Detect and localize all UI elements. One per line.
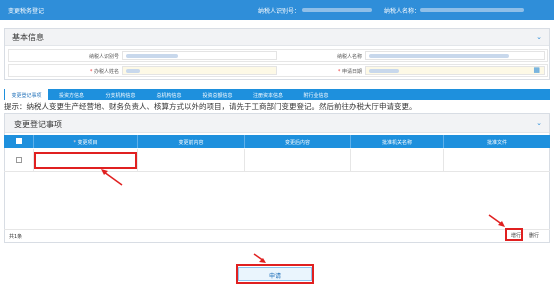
taxpayer-name-field bbox=[365, 51, 545, 60]
apply-date-field-label: * 申请日期 bbox=[337, 69, 362, 75]
before-content-cell[interactable] bbox=[138, 149, 245, 172]
col-approval-document: 批准文件 bbox=[486, 140, 507, 146]
row-select-cell bbox=[4, 149, 34, 172]
taxpayer-name-label: 纳税人名称： bbox=[384, 8, 421, 15]
tab-branches[interactable]: 分支机构信息 bbox=[95, 89, 146, 100]
tab-total-investment[interactable]: 投资总额信息 bbox=[192, 89, 243, 100]
handler-name-field-label: * 办税人姓名 bbox=[89, 69, 119, 75]
taxpayer-name-value bbox=[420, 8, 524, 12]
taxpayer-id-value bbox=[302, 8, 372, 12]
tab-investors[interactable]: 投资方信息 bbox=[48, 89, 95, 100]
annotation-arrow-icon bbox=[101, 169, 123, 186]
taxpayer-id-field-label: 纳税人识别号 bbox=[88, 54, 119, 60]
after-content-cell[interactable] bbox=[245, 149, 351, 172]
row-checkbox[interactable] bbox=[16, 157, 22, 163]
taxpayer-id-field bbox=[122, 51, 277, 60]
col-change-item: * 变更项目 bbox=[34, 135, 138, 148]
record-count: 共1条 bbox=[9, 234, 23, 240]
delete-row-button[interactable]: 删行 bbox=[529, 232, 539, 239]
change-items-header[interactable]: 变更登记事项 ⌄ bbox=[5, 114, 549, 133]
taxpayer-name-field-label: 纳税人名称 bbox=[336, 54, 362, 60]
tab-industry[interactable]: 附行业信息 bbox=[293, 89, 339, 100]
taxpayer-id-label: 纳税人识别号： bbox=[258, 8, 301, 15]
col-before: 变更前内容 bbox=[138, 135, 245, 148]
tab-registered-capital[interactable]: 注册资本信息 bbox=[243, 89, 293, 100]
handler-name-input[interactable] bbox=[122, 66, 277, 75]
basic-info-panel: 基本信息 ⌄ 纳税人识别号 纳税人名称 * 办税人姓名 * 申请日期 ▦ bbox=[4, 28, 550, 80]
chevron-down-icon[interactable]: ⌄ bbox=[536, 119, 542, 127]
table-footer: 共1条 增行 删行 bbox=[4, 229, 550, 241]
form-row-2: * 办税人姓名 * 申请日期 ▦ bbox=[8, 64, 548, 77]
basic-info-title: 基本信息 bbox=[12, 33, 44, 42]
apply-date-input[interactable]: ▦ bbox=[365, 66, 545, 75]
chevron-down-icon[interactable]: ⌄ bbox=[536, 33, 542, 41]
header-select-cell bbox=[4, 135, 34, 148]
change-items-title: 变更登记事项 bbox=[14, 120, 62, 129]
approval-authority-cell[interactable] bbox=[351, 149, 444, 172]
tab-head-office[interactable]: 总机构信息 bbox=[146, 89, 192, 100]
annotation-box-add-row bbox=[505, 228, 523, 241]
basic-info-header[interactable]: 基本信息 ⌄ bbox=[5, 29, 549, 46]
table-header: * 变更项目 变更前内容 变更后内容 批准机关名称 批准文件 bbox=[4, 135, 550, 148]
hint-text: 提示：纳税人变更生产经营地、财务负责人、核算方式以外的项目，请先于工商部门变更登… bbox=[4, 102, 417, 111]
change-items-section: 变更登记事项 ⌄ bbox=[4, 113, 550, 243]
annotation-arrow-icon bbox=[488, 214, 505, 227]
approval-document-cell[interactable] bbox=[444, 149, 550, 172]
form-row-1: 纳税人识别号 纳税人名称 bbox=[8, 49, 548, 62]
tab-bar: 变更登记事项 投资方信息 分支机构信息 总机构信息 投资总额信息 注册资本信息 … bbox=[4, 89, 550, 100]
annotation-arrow-icon bbox=[253, 253, 266, 263]
select-all-checkbox[interactable] bbox=[16, 138, 22, 144]
col-approval-authority: 批准机关名称 bbox=[351, 135, 444, 148]
apply-button[interactable]: 申请 bbox=[238, 267, 312, 281]
calendar-icon[interactable]: ▦ bbox=[533, 66, 540, 74]
page-title: 变更税务登记 bbox=[8, 8, 45, 15]
col-after: 变更后内容 bbox=[245, 135, 351, 148]
top-bar: 变更税务登记 纳税人识别号： 纳税人名称： bbox=[0, 0, 554, 20]
tab-change-items[interactable]: 变更登记事项 bbox=[4, 89, 48, 100]
